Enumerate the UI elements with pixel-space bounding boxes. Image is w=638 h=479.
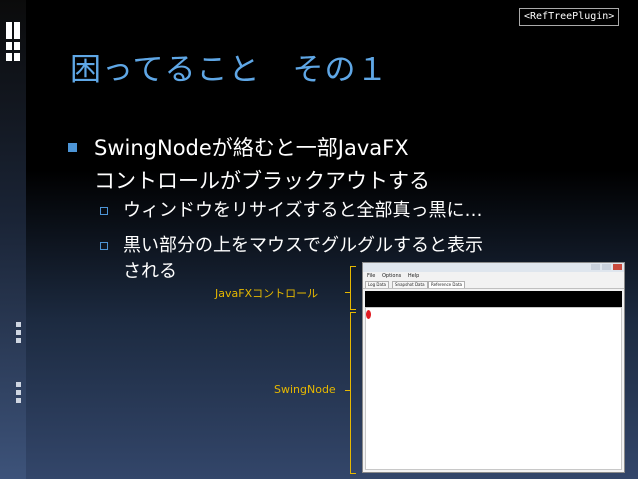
deco-square [16, 330, 21, 335]
main-bullet-line: SwingNodeが絡むと一部JavaFX [94, 136, 409, 160]
deco-square [6, 53, 12, 61]
menu-item-help[interactable]: Help [408, 273, 419, 279]
main-bullet-line: コントロールがブラックアウトする [94, 169, 430, 193]
close-icon[interactable] [613, 264, 622, 270]
square-bullet-icon [68, 143, 77, 152]
main-bullet-text: SwingNodeが絡むと一部JavaFX コントロールがブラックアウトする [94, 132, 430, 198]
tab-log-data[interactable]: Log Data [365, 281, 389, 288]
swingnode-callout: SwingNode [274, 383, 336, 396]
minimize-icon[interactable] [591, 264, 600, 270]
deco-square [16, 398, 21, 403]
sub-bullet-line: ウィンドウをリサイズすると全部真っ黒に… [123, 200, 483, 221]
app-window-screenshot: File Options Help Log Data Snapshot Data… [362, 262, 625, 473]
deco-square [14, 22, 20, 39]
menu-item-options[interactable]: Options [382, 273, 401, 279]
deco-square [16, 390, 21, 395]
bracket-line [350, 266, 356, 267]
bracket-line [350, 312, 351, 474]
tab-reference-data[interactable]: Reference Data [428, 281, 465, 288]
deco-square [16, 322, 21, 327]
javafx-control-callout: JavaFXコントロール [215, 287, 319, 300]
deco-square [16, 382, 21, 387]
window-titlebar [363, 263, 624, 272]
deco-square [14, 53, 20, 61]
hollow-square-bullet-icon [100, 242, 108, 250]
menu-bar: File Options Help [363, 272, 624, 280]
left-decoration-bar [0, 0, 26, 479]
bracket-line [350, 473, 356, 474]
menu-item-file[interactable]: File [367, 273, 375, 279]
maximize-icon[interactable] [602, 264, 611, 270]
deco-square [16, 338, 21, 343]
deco-square [14, 42, 20, 50]
cursor-marker-icon [366, 310, 371, 319]
tab-bar: Log Data Snapshot Data Reference Data [363, 280, 624, 289]
plugin-tag: <RefTreePlugin> [519, 8, 620, 26]
bracket-line [350, 312, 356, 313]
slide-title: 困ってること その１ [70, 52, 389, 88]
swingnode-area [365, 307, 622, 470]
deco-square [6, 22, 12, 39]
bracket-line [350, 266, 351, 310]
sub-bullet-line: 黒い部分の上をマウスでグルグルすると表示 [123, 235, 483, 256]
hollow-square-bullet-icon [100, 207, 108, 215]
deco-square [6, 42, 12, 50]
tab-snapshot-data[interactable]: Snapshot Data [392, 281, 428, 288]
blacked-out-javafx-control [365, 291, 622, 307]
bracket-line [350, 309, 356, 310]
